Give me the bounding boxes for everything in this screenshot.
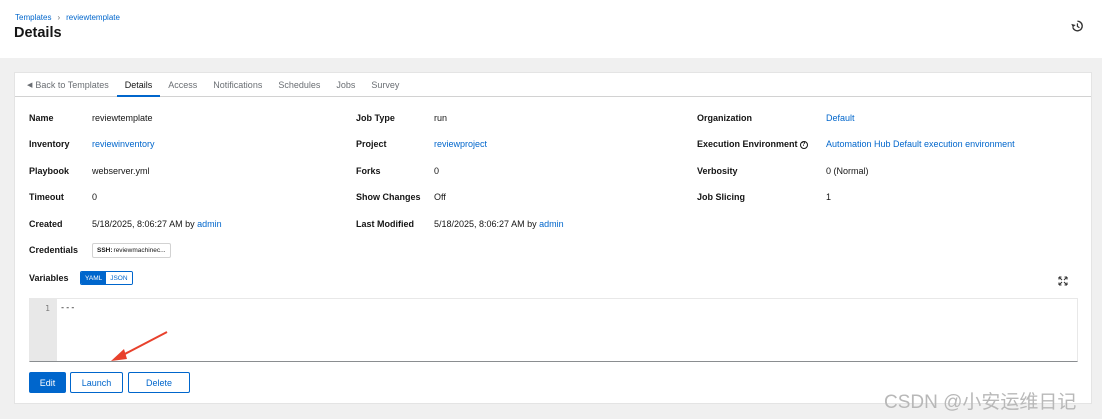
yaml-toggle-button[interactable]: YAML	[81, 272, 107, 284]
last-modified-label: Last Modified	[356, 219, 414, 229]
variables-code-editor[interactable]: 1 ---	[29, 298, 1078, 362]
history-icon[interactable]	[1070, 19, 1084, 33]
tab-access[interactable]: Access	[160, 73, 205, 96]
timeout-value: 0	[92, 192, 98, 202]
editor-gutter: 1	[30, 299, 57, 361]
tab-notifications[interactable]: Notifications	[205, 73, 270, 96]
delete-button[interactable]: Delete	[128, 372, 190, 393]
tab-schedules[interactable]: Schedules	[270, 73, 328, 96]
breadcrumb-templates-link[interactable]: Templates	[15, 13, 51, 22]
page-header: Templates › reviewtemplate Details	[0, 0, 1102, 58]
breadcrumb-current-link[interactable]: reviewtemplate	[66, 13, 120, 22]
job-slicing-label: Job Slicing	[697, 192, 746, 202]
created-by-user-link[interactable]: admin	[197, 219, 222, 229]
playbook-label: Playbook	[29, 166, 70, 176]
modified-by-user-link[interactable]: admin	[539, 219, 564, 229]
tab-survey[interactable]: Survey	[363, 73, 407, 96]
page-title: Details	[14, 25, 62, 41]
verbosity-label: Verbosity	[697, 166, 738, 176]
last-modified-value: 5/18/2025, 8:06:27 AM by admin	[434, 219, 564, 229]
template-details-card: ◀ Back to Templates Details Access Notif…	[14, 72, 1092, 404]
editor-content[interactable]: ---	[60, 303, 75, 313]
show-changes-label: Show Changes	[356, 192, 421, 202]
forks-value: 0	[434, 166, 440, 176]
watermark: CSDN @小安运维日记	[884, 392, 1077, 413]
help-icon[interactable]: ?	[799, 141, 808, 149]
expand-icon[interactable]	[1058, 276, 1068, 286]
line-number: 1	[45, 304, 50, 313]
name-label: Name	[29, 113, 54, 123]
credential-chip[interactable]: SSH: reviewmachinec...	[92, 243, 171, 258]
execution-environment-link[interactable]: Automation Hub Default execution environ…	[826, 139, 1015, 149]
inventory-link[interactable]: reviewinventory	[92, 139, 155, 149]
organization-label: Organization	[697, 113, 753, 123]
name-value: reviewtemplate	[92, 113, 153, 123]
launch-button[interactable]: Launch	[70, 372, 123, 393]
tab-details[interactable]: Details	[116, 73, 161, 97]
project-label: Project	[356, 139, 387, 149]
tab-jobs[interactable]: Jobs	[328, 73, 363, 96]
playbook-value: webserver.yml	[92, 166, 150, 176]
tab-back-to-templates[interactable]: ◀ Back to Templates	[23, 73, 117, 96]
edit-button[interactable]: Edit	[29, 372, 66, 393]
forks-label: Forks	[356, 166, 381, 176]
verbosity-value: 0 (Normal)	[826, 166, 869, 176]
show-changes-value: Off	[434, 192, 446, 202]
credentials-label: Credentials	[29, 245, 79, 255]
variables-format-toggle: YAML JSON	[80, 271, 133, 285]
created-value: 5/18/2025, 8:06:27 AM by admin	[92, 219, 222, 229]
project-link[interactable]: reviewproject	[434, 139, 487, 149]
annotation-arrow-icon	[111, 331, 168, 361]
execution-environment-label: Execution Environment?	[697, 139, 808, 149]
organization-link[interactable]: Default	[826, 113, 855, 123]
created-label: Created	[29, 219, 63, 229]
job-type-label: Job Type	[356, 113, 395, 123]
inventory-label: Inventory	[29, 139, 70, 149]
job-type-value: run	[434, 113, 448, 123]
variables-label: Variables	[29, 273, 69, 283]
json-toggle-button[interactable]: JSON	[106, 272, 132, 284]
timeout-label: Timeout	[29, 192, 64, 202]
tab-bar: ◀ Back to Templates Details Access Notif…	[15, 73, 1091, 97]
breadcrumb: Templates › reviewtemplate	[15, 13, 120, 22]
job-slicing-value: 1	[826, 192, 832, 202]
breadcrumb-separator-icon: ›	[57, 13, 61, 22]
caret-left-icon: ◀	[27, 81, 33, 89]
